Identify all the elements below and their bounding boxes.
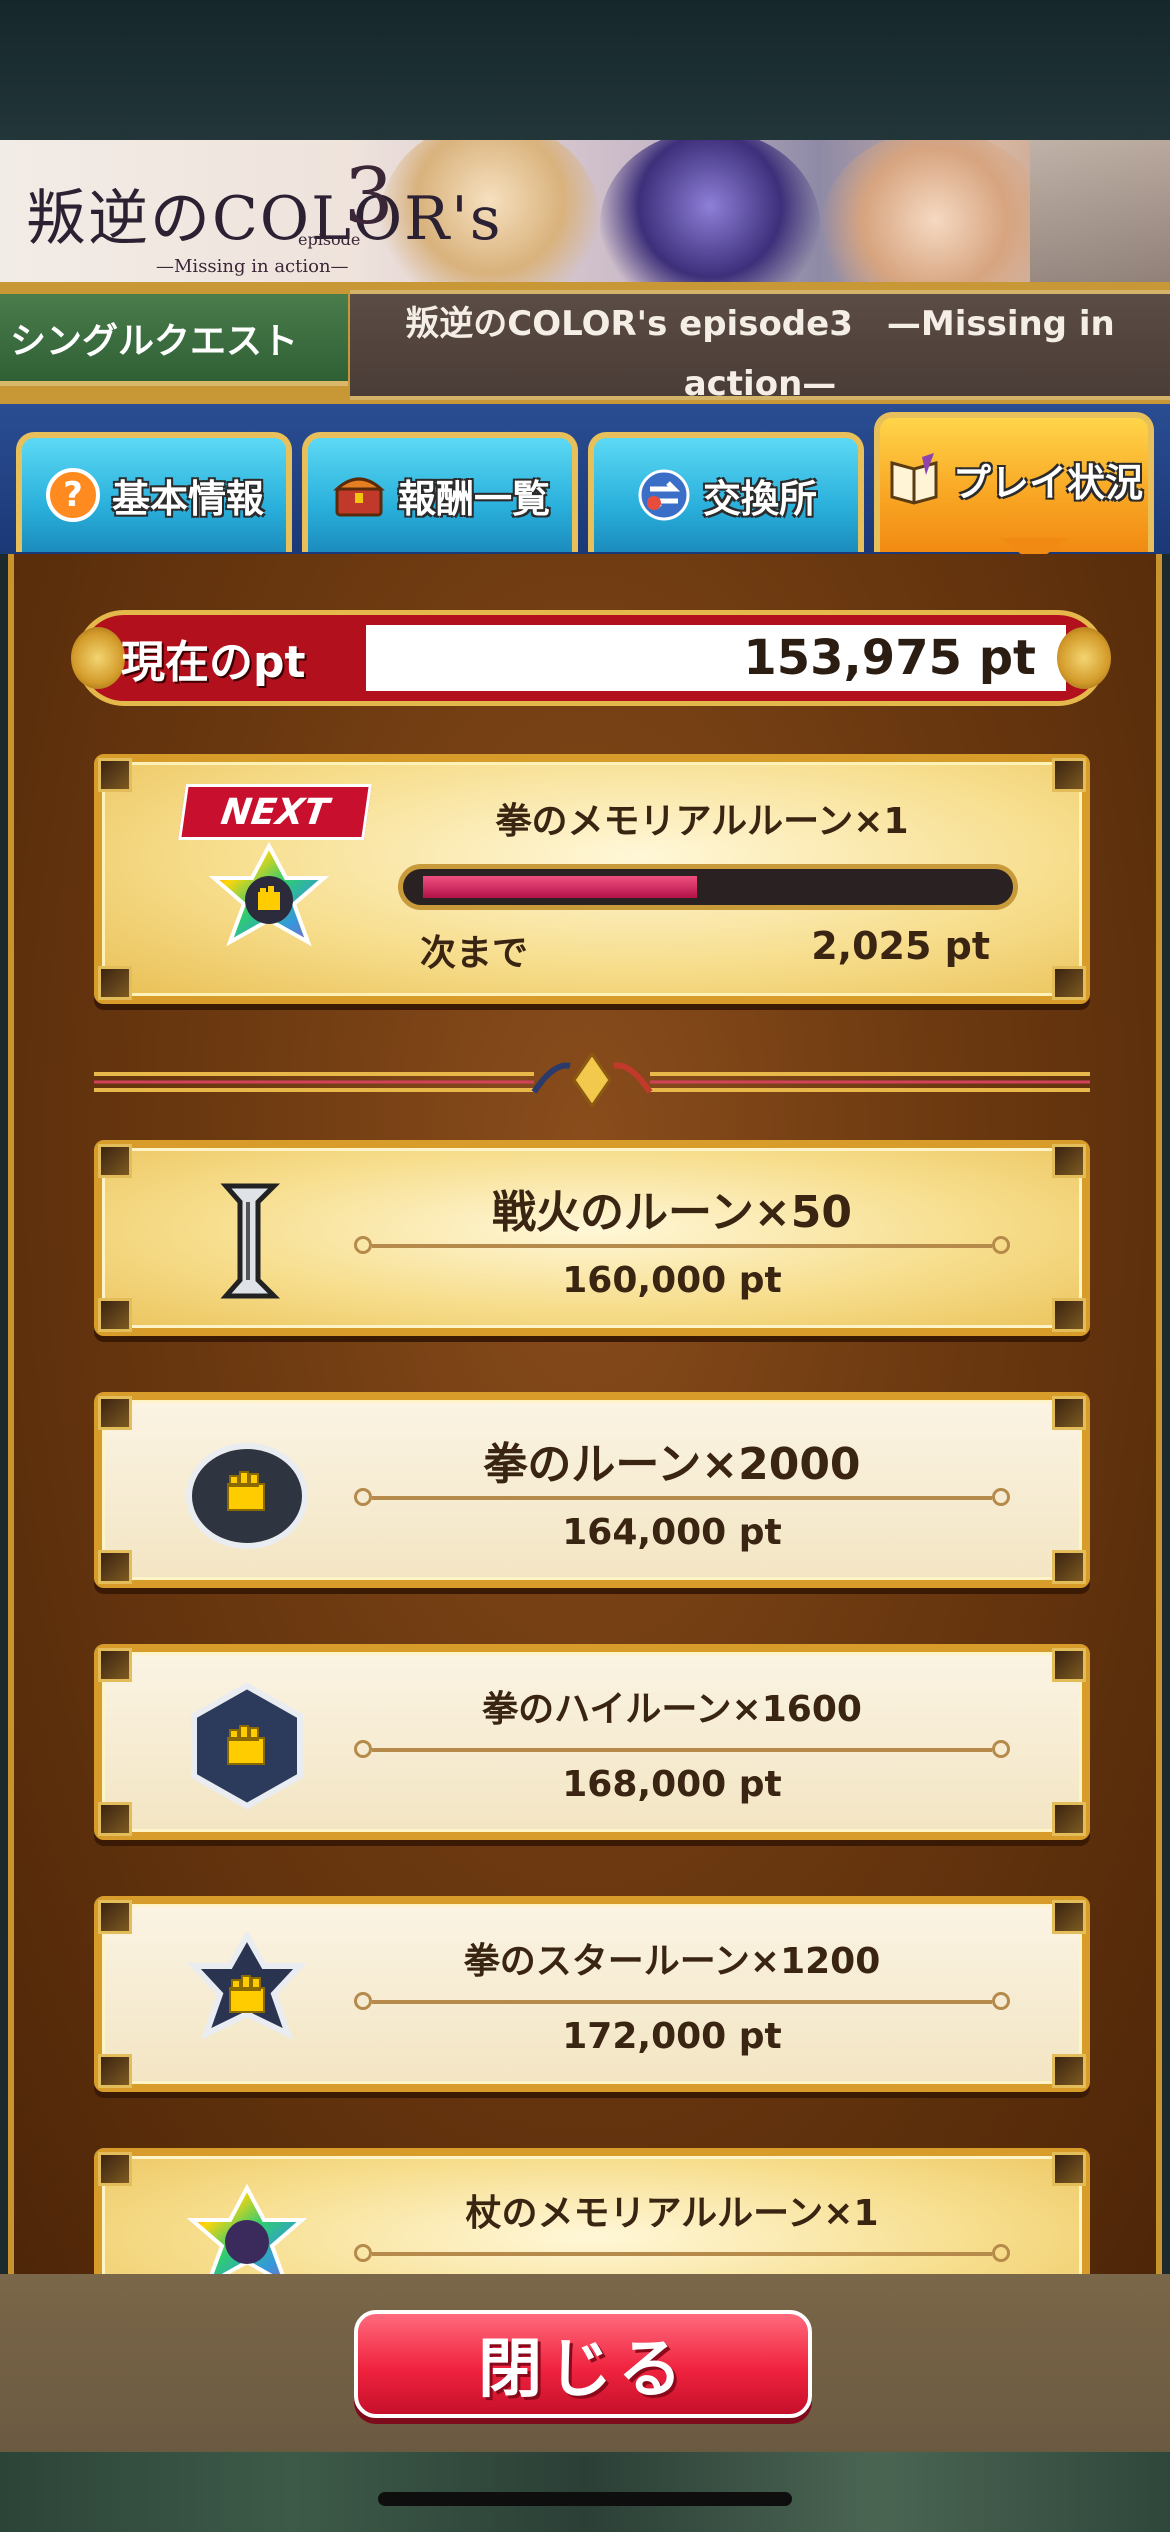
- corner-ornament-icon: [1052, 1900, 1086, 1934]
- divider-line: [354, 1488, 1010, 1506]
- current-points-value: 153,975 pt: [366, 625, 1066, 691]
- corner-ornament-icon: [98, 966, 132, 1000]
- tab-bar: ? 基本情報 報酬一覧 交換所 プレイ状況: [0, 404, 1170, 554]
- reward-row: 拳のスタールーン×1200 172,000 pt: [94, 1896, 1090, 2092]
- quest-type-label: シングルクエスト: [0, 294, 348, 386]
- corner-ornament-icon: [1052, 2152, 1086, 2186]
- event-name: 叛逆のCOLOR's episode3 —Missing in action—: [350, 290, 1170, 404]
- next-badge: NEXT: [178, 784, 372, 840]
- title-row: シングルクエスト 叛逆のCOLOR's episode3 —Missing in…: [0, 282, 1170, 404]
- corner-ornament-icon: [98, 758, 132, 792]
- rainbow-fist-star-icon: [204, 841, 334, 972]
- staff-memorial-rune-icon: [182, 2183, 312, 2274]
- logo-episode: episode: [298, 230, 361, 249]
- corner-ornament-icon: [98, 1900, 132, 1934]
- fist-star-rune-icon: [182, 1929, 312, 2062]
- current-points-bar: 現在のpt 153,975 pt: [71, 610, 1111, 706]
- reward-name: 拳のハイルーン×1600: [482, 1689, 862, 1730]
- corner-ornament-icon: [1052, 2054, 1086, 2088]
- logo-subtitle: —Missing in action—: [156, 256, 349, 277]
- reward-row: 杖のメモリアルルーン×1: [94, 2148, 1090, 2274]
- event-banner: 叛逆のCOLOR's 3 episode —Missing in action—: [0, 140, 1170, 282]
- play-status-panel[interactable]: 現在のpt 153,975 pt NEXT 拳のメモリアルルーン×1 次まで 2…: [8, 554, 1162, 2274]
- home-indicator[interactable]: [378, 2492, 792, 2506]
- corner-ornament-icon: [1052, 1298, 1086, 1332]
- progress-bar-fill: [423, 876, 697, 898]
- logo-title: 叛逆のCOLOR's: [26, 184, 503, 254]
- exchange-icon: [635, 466, 693, 524]
- corner-ornament-icon: [1052, 1648, 1086, 1682]
- next-reward-name: 拳のメモリアルルーン×1: [495, 801, 909, 842]
- banner-character-art: [820, 140, 1050, 282]
- reward-points: 168,000 pt: [562, 1764, 782, 1805]
- reward-row: 拳のルーン×2000 164,000 pt: [94, 1392, 1090, 1588]
- corner-ornament-icon: [98, 1298, 132, 1332]
- treasure-chest-icon: [330, 466, 388, 524]
- fist-high-rune-icon: [182, 1680, 312, 1810]
- banner-background-art: [1030, 140, 1170, 282]
- progress-label: 次まで: [420, 933, 529, 974]
- logo-number: 3: [344, 152, 394, 242]
- book-icon: [885, 450, 943, 508]
- reward-points: 164,000 pt: [562, 1512, 782, 1553]
- reward-points: 160,000 pt: [562, 1260, 782, 1301]
- banner-character-art: [600, 140, 820, 282]
- divider-line: [354, 1236, 1010, 1254]
- corner-ornament-icon: [98, 1648, 132, 1682]
- reward-row: 戦火のルーン×50 160,000 pt: [94, 1140, 1090, 1336]
- corner-ornament-icon: [98, 1802, 132, 1836]
- divider-line: [354, 1992, 1010, 2010]
- corner-ornament-icon: [1052, 758, 1086, 792]
- tab-label: 基本情報: [111, 476, 264, 521]
- current-points-label: 現在のpt: [121, 637, 306, 688]
- corner-ornament-icon: [1052, 1802, 1086, 1836]
- ornament-icon: [71, 627, 125, 689]
- app-root: 叛逆のCOLOR's 3 episode —Missing in action—…: [0, 0, 1170, 2532]
- tab-label: プレイ状況: [952, 460, 1143, 505]
- reward-row: 拳のハイルーン×1600 168,000 pt: [94, 1644, 1090, 1840]
- close-button[interactable]: 閉じる: [354, 2310, 812, 2418]
- reward-name: 拳のスタールーン×1200: [463, 1941, 881, 1982]
- ornament-icon: [1057, 627, 1111, 689]
- reward-name: 拳のルーン×2000: [483, 1439, 861, 1490]
- bottom-bar: 閉じる: [0, 2274, 1170, 2452]
- corner-ornament-icon: [1052, 966, 1086, 1000]
- reward-points: 172,000 pt: [562, 2016, 782, 2057]
- tab-play-status[interactable]: プレイ状況: [874, 412, 1154, 552]
- tab-exchange[interactable]: 交換所: [588, 432, 864, 552]
- corner-ornament-icon: [98, 1550, 132, 1584]
- fist-rune-icon: [182, 1428, 312, 1558]
- points-remaining: 2,025 pt: [811, 924, 990, 968]
- corner-ornament-icon: [98, 1396, 132, 1430]
- reward-name: 杖のメモリアルルーン×1: [465, 2193, 879, 2234]
- tab-basic-info[interactable]: ? 基本情報: [16, 432, 292, 552]
- corner-ornament-icon: [1052, 1396, 1086, 1430]
- corner-ornament-icon: [1052, 1144, 1086, 1178]
- ornamental-divider: [94, 1051, 1090, 1109]
- divider-line: [354, 1740, 1010, 1758]
- question-icon: ?: [44, 466, 102, 524]
- progress-bar: [398, 864, 1018, 910]
- event-logo: 叛逆のCOLOR's 3 episode —Missing in action—: [26, 152, 501, 277]
- corner-ornament-icon: [98, 2152, 132, 2186]
- divider-line: [354, 2244, 1010, 2262]
- tab-label: 報酬一覧: [397, 476, 550, 521]
- tab-rewards-list[interactable]: 報酬一覧: [302, 432, 578, 552]
- corner-ornament-icon: [1052, 1550, 1086, 1584]
- war-rune-icon: [182, 1176, 312, 1306]
- next-reward-card: NEXT 拳のメモリアルルーン×1 次まで 2,025 pt: [94, 754, 1090, 1004]
- corner-ornament-icon: [98, 1144, 132, 1178]
- corner-ornament-icon: [98, 2054, 132, 2088]
- reward-name: 戦火のルーン×50: [492, 1187, 852, 1238]
- status-bar-area: [0, 0, 1170, 140]
- tab-label: 交換所: [702, 476, 817, 521]
- svg-text:?: ?: [63, 475, 83, 515]
